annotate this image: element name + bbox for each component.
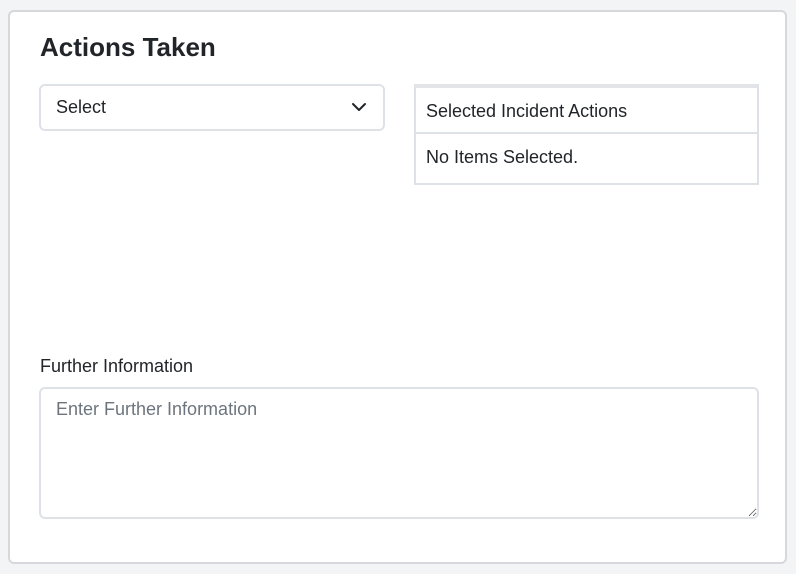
selected-actions-panel: Selected Incident Actions No Items Selec… [414, 84, 759, 185]
select-value: Select [56, 97, 107, 117]
selected-actions-empty: No Items Selected. [426, 147, 579, 167]
chevron-down-icon [352, 103, 366, 111]
section-title: Actions Taken [40, 32, 216, 62]
further-information-label: Further Information [40, 356, 194, 376]
further-information-input[interactable] [39, 387, 759, 519]
incident-actions-select[interactable]: Select [39, 84, 385, 131]
actions-taken-card: Actions Taken Select Selected Incident A… [8, 10, 787, 564]
selected-actions-header: Selected Incident Actions [416, 88, 757, 134]
